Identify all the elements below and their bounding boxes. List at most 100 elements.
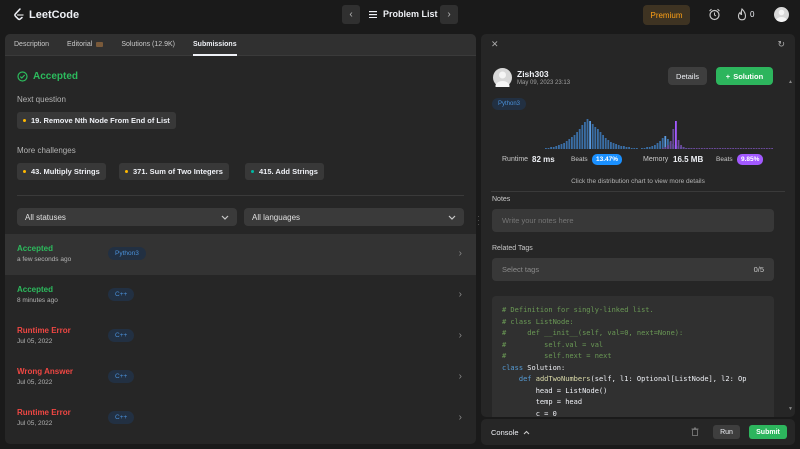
next-problem-button[interactable]: › (440, 5, 458, 24)
tab-label: Solutions (12.9K) (121, 41, 176, 48)
chip-label: 415. Add Strings (259, 167, 318, 176)
distribution-bar (648, 147, 651, 149)
chevron-left-icon: ‹ (349, 9, 353, 20)
close-icon[interactable]: ✕ (491, 39, 499, 50)
distribution-bar (628, 147, 630, 149)
memory-label: Memory (643, 156, 669, 163)
tab-label: Submissions (193, 41, 237, 48)
distribution-bar (669, 141, 672, 149)
user-avatar[interactable] (774, 7, 789, 22)
submission-row[interactable]: Accepted 8 minutes ago C++ › (5, 275, 476, 316)
distribution-bar (599, 132, 602, 149)
code-line: # def __init__(self, val=0, next=None): (502, 329, 684, 337)
console-toggle[interactable]: Console (491, 428, 530, 437)
prev-problem-button[interactable]: ‹ (342, 5, 360, 24)
post-solution-button[interactable]: + Solution (716, 67, 773, 85)
distribution-bar (711, 148, 714, 149)
challenge-chip[interactable]: 415. Add Strings (245, 163, 324, 180)
challenge-chip[interactable]: 371. Sum of Two Integers (119, 163, 229, 180)
code-line: # class ListNode: (502, 317, 574, 326)
notes-input[interactable] (502, 216, 764, 225)
submitter-name[interactable]: Zish303 (517, 69, 549, 79)
distribution-bar (706, 148, 708, 149)
details-button[interactable]: Details (668, 67, 707, 85)
distribution-bar (560, 144, 563, 149)
console-bar: Console Run Submit (481, 419, 795, 445)
chevron-up-icon (523, 430, 529, 435)
refresh-icon[interactable]: ↻ (777, 39, 785, 50)
divider (491, 191, 785, 192)
tab-description[interactable]: Description (14, 34, 49, 56)
submission-time: Jul 05, 2022 (17, 338, 53, 345)
distribution-bar (755, 148, 758, 149)
language-badge: C++ (108, 288, 135, 301)
distribution-bar (610, 142, 612, 149)
submission-row[interactable]: Accepted a few seconds ago Python3 › (5, 234, 476, 275)
language-filter-select[interactable]: All languages (244, 208, 464, 226)
check-circle-icon (17, 71, 28, 82)
notes-label: Notes (492, 196, 511, 203)
submission-status: Wrong Answer (17, 367, 74, 376)
run-button[interactable]: Run (713, 425, 740, 439)
chevron-right-icon: › (447, 9, 451, 20)
distribution-bar (675, 121, 677, 149)
alarm-clock-icon[interactable] (708, 8, 721, 21)
code-line: class Solution: (502, 363, 566, 372)
select-value: All languages (252, 212, 301, 222)
submissions-panel: Description Editorial Solutions (12.9K) … (5, 34, 476, 444)
tags-select[interactable]: Select tags 0/5 (492, 258, 774, 281)
distribution-bar (565, 141, 568, 149)
distribution-bar (721, 148, 724, 149)
difficulty-dot (23, 170, 26, 173)
panel-tabs: Description Editorial Solutions (12.9K) … (5, 34, 476, 56)
distribution-bar (584, 122, 586, 149)
distribution-bar (661, 138, 664, 149)
challenge-chip[interactable]: 43. Multiply Strings (17, 163, 106, 180)
status-filter-select[interactable]: All statuses (17, 208, 237, 226)
distribution-bar (656, 143, 659, 149)
tags-count: 0/5 (753, 265, 764, 274)
trash-icon[interactable] (691, 427, 699, 436)
submit-button[interactable]: Submit (749, 425, 787, 439)
distribution-bar (760, 148, 763, 149)
chevron-right-icon: › (458, 248, 462, 259)
distribution-bar (695, 148, 698, 149)
tab-label: Description (14, 41, 50, 48)
distribution-bar (750, 148, 753, 149)
problem-list-button[interactable]: Problem List (369, 9, 438, 19)
premium-button[interactable]: Premium (643, 5, 690, 25)
streak-count: 0 (750, 10, 755, 19)
user-icon (776, 9, 787, 22)
distribution-bar (643, 148, 646, 149)
next-question-chip[interactable]: 19. Remove Nth Node From End of List (17, 112, 176, 129)
distribution-bar (766, 148, 768, 149)
tab-submissions[interactable]: Submissions (193, 34, 237, 56)
runtime-beats-label: Beats (571, 156, 588, 163)
distribution-bar (571, 137, 573, 149)
distribution-bar (617, 145, 620, 149)
code-line: # self.val = val (502, 340, 604, 349)
result-status: Accepted (17, 71, 78, 82)
panel-resize-handle[interactable]: · · · (477, 213, 480, 229)
logo[interactable]: LeetCode (13, 8, 79, 21)
tab-editorial[interactable]: Editorial (67, 34, 104, 56)
submission-row[interactable]: Runtime Error Jul 05, 2022 C++ › (5, 398, 476, 439)
related-tags-label: Related Tags (492, 245, 533, 252)
distribution-bar (547, 148, 550, 149)
leetcode-logo-icon (14, 8, 24, 21)
language-badge: C++ (108, 370, 135, 383)
scroll-down-arrow-icon[interactable]: ▼ (788, 406, 793, 412)
code-viewer[interactable]: # Definition for singly-linked list. # cl… (492, 296, 774, 417)
streak-counter[interactable]: 0 (737, 8, 754, 21)
submission-row[interactable]: Runtime Error Jul 05, 2022 C++ › (5, 316, 476, 357)
distribution-bar (602, 135, 604, 149)
tab-label: Editorial (67, 41, 93, 48)
submission-row[interactable]: Wrong Answer Jul 05, 2022 C++ › (5, 357, 476, 398)
scroll-up-arrow-icon[interactable]: ▲ (788, 79, 793, 85)
tab-solutions[interactable]: Solutions (12.9K) (121, 34, 175, 56)
chevron-right-icon: › (458, 289, 462, 300)
distribution-bar (742, 148, 745, 149)
distribution-chart[interactable] (491, 116, 785, 150)
distribution-bar (768, 148, 771, 149)
submission-detail-panel: ✕ ↻ Zish303 May 09, 2023 23:13 Details +… (481, 34, 795, 417)
